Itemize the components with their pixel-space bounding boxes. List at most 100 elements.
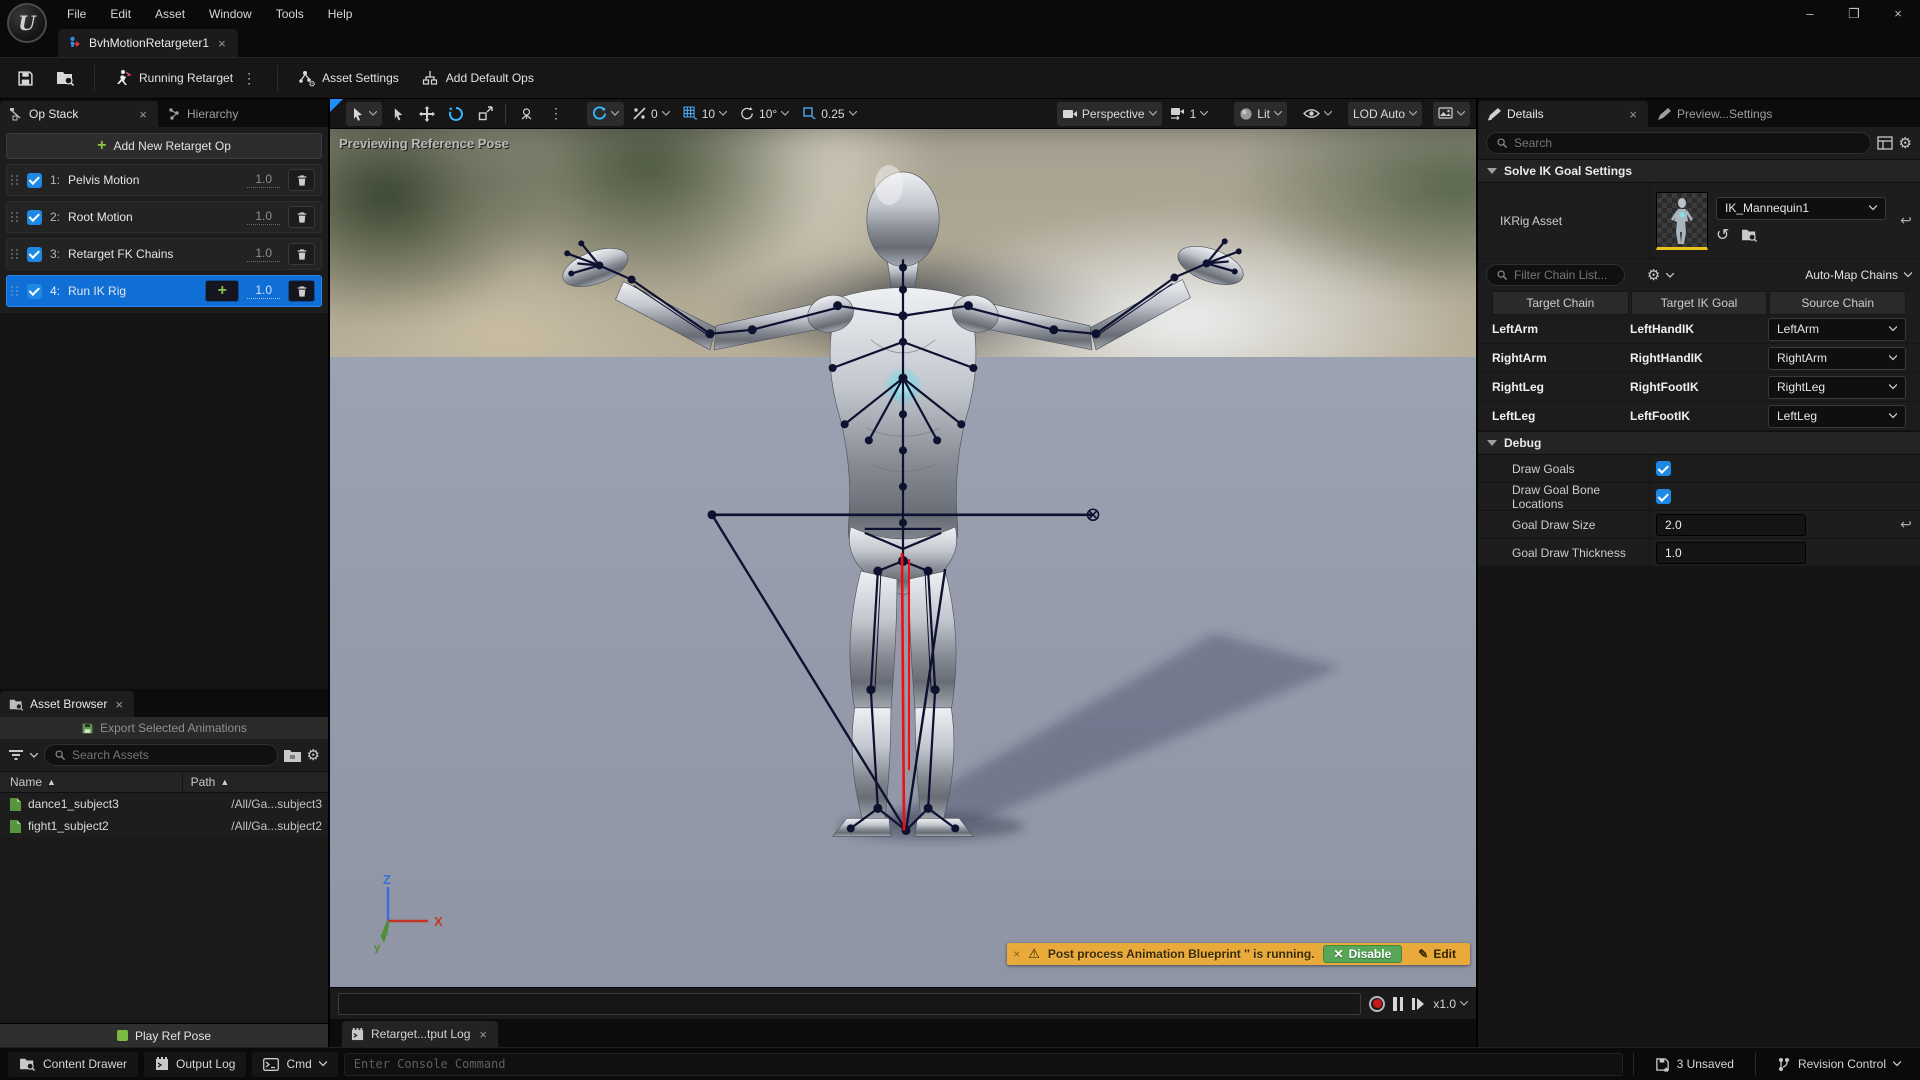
op-enabled-checkbox[interactable] (27, 247, 42, 262)
column-header-name[interactable]: Name ▲ (0, 772, 183, 792)
column-header-path[interactable]: Path ▲ (183, 772, 328, 792)
asset-search-input[interactable] (72, 748, 268, 762)
add-default-ops-button[interactable]: Add Default Ops (412, 63, 543, 93)
screenshot-dropdown[interactable] (1433, 102, 1470, 126)
tab-retarget-output-log[interactable]: Retarget...tput Log × (342, 1021, 498, 1047)
section-solve-ik-goal-settings[interactable]: Solve IK Goal Settings (1478, 159, 1920, 183)
revision-control-button[interactable]: Revision Control (1766, 1052, 1912, 1077)
source-chain-dropdown[interactable]: RightLeg (1768, 376, 1906, 399)
goal-draw-size-input[interactable] (1656, 514, 1806, 536)
asset-search-box[interactable] (44, 744, 278, 766)
grid-snap-toggle[interactable]: 10 (678, 102, 732, 126)
console-command-input[interactable] (354, 1057, 1613, 1071)
asset-settings-button[interactable]: ⚙ Asset Settings (288, 63, 408, 93)
browse-to-asset-button[interactable] (47, 63, 84, 93)
minimize-button[interactable]: – (1788, 0, 1832, 27)
select-tool-button[interactable] (385, 102, 411, 126)
menu-help[interactable]: Help (317, 3, 364, 25)
chain-settings-gear-icon[interactable]: ⚙ (1647, 266, 1660, 284)
notification-close-icon[interactable]: × (1013, 947, 1020, 961)
op-weight-field[interactable]: 1.0 (247, 246, 280, 262)
rotate-tool-button[interactable] (443, 102, 469, 126)
tab-op-stack[interactable]: Op Stack × (0, 101, 158, 127)
ikrig-asset-dropdown[interactable]: IK_Mannequin1 (1716, 197, 1886, 220)
record-button[interactable] (1369, 996, 1385, 1012)
details-settings-gear-icon[interactable]: ⚙ (1899, 134, 1912, 152)
actor-snap-toggle[interactable]: 0 (627, 102, 675, 126)
asset-row-fight1[interactable]: fight1_subject2 /All/Ga...subject2 (0, 815, 328, 837)
asset-tab[interactable]: BvhMotionRetargeter1 × (58, 29, 238, 57)
tab-preview-settings[interactable]: Preview...Settings (1648, 101, 1781, 127)
chain-row-leftarm[interactable]: LeftArm LeftHandIK LeftArm (1478, 315, 1920, 344)
playback-speed-dropdown[interactable]: x1.0 (1433, 997, 1468, 1011)
drag-handle-icon[interactable] (11, 175, 19, 185)
browse-to-ikrig-icon[interactable] (1741, 228, 1758, 242)
use-selected-asset-icon[interactable]: ↺ (1716, 225, 1729, 245)
op-enabled-checkbox[interactable] (27, 284, 42, 299)
op-weight-field[interactable]: 1.0 (247, 172, 280, 188)
move-tool-button[interactable] (414, 102, 440, 126)
perspective-dropdown[interactable]: Perspective (1057, 102, 1162, 126)
details-search-input[interactable] (1514, 136, 1861, 150)
draw-goal-bone-locations-checkbox[interactable] (1656, 489, 1671, 504)
details-tab-close-icon[interactable]: × (1627, 107, 1639, 122)
filter-icon[interactable] (8, 749, 24, 761)
asset-row-dance1[interactable]: dance1_subject3 /All/Ga...subject3 (0, 793, 328, 815)
save-button[interactable] (8, 63, 43, 93)
details-search-box[interactable] (1486, 132, 1871, 154)
op-row-root-motion[interactable]: 2: Root Motion 1.0 (6, 201, 322, 233)
lit-mode-dropdown[interactable]: Lit (1234, 102, 1287, 126)
menu-file[interactable]: File (56, 3, 97, 25)
menu-edit[interactable]: Edit (99, 3, 142, 25)
content-drawer-button[interactable]: Content Drawer (8, 1052, 138, 1077)
column-target-chain[interactable]: Target Chain (1492, 291, 1629, 315)
lod-dropdown[interactable]: LOD Auto (1348, 102, 1422, 126)
disable-button[interactable]: ✕ Disable (1323, 945, 1403, 963)
op-row-run-ik-rig[interactable]: 4: Run IK Rig + 1.0 (6, 275, 322, 307)
auto-map-chains-dropdown[interactable]: Auto-Map Chains (1805, 268, 1912, 282)
viewport-3d[interactable]: Previewing Reference Pose Z X y × ⚠ Post… (330, 129, 1476, 987)
scale-tool-button[interactable] (472, 102, 498, 126)
reset-to-default-icon[interactable]: ↩ (1892, 511, 1920, 538)
op-row-pelvis-motion[interactable]: 1: Pelvis Motion 1.0 (6, 164, 322, 196)
goal-draw-thickness-input[interactable] (1656, 542, 1806, 564)
log-tab-close-icon[interactable]: × (477, 1027, 489, 1042)
section-debug[interactable]: Debug (1478, 431, 1920, 455)
show-flags-dropdown[interactable] (1298, 102, 1337, 126)
delete-op-button[interactable] (288, 169, 315, 191)
asset-browser-tab-close-icon[interactable]: × (113, 697, 125, 712)
timeline-scrubber[interactable] (338, 993, 1361, 1015)
console-command-box[interactable] (344, 1053, 1623, 1076)
step-forward-button[interactable] (1411, 997, 1425, 1011)
folder-icon[interactable] (284, 749, 301, 762)
op-weight-field[interactable]: 1.0 (247, 283, 280, 299)
op-row-retarget-fk-chains[interactable]: 3: Retarget FK Chains 1.0 (6, 238, 322, 270)
cmd-dropdown[interactable]: Cmd (252, 1052, 337, 1077)
drag-handle-icon[interactable] (11, 286, 19, 296)
unsaved-assets-button[interactable]: 3 Unsaved (1644, 1052, 1745, 1077)
add-new-retarget-op-button[interactable]: + Add New Retarget Op (6, 133, 322, 159)
scale-snap-toggle[interactable]: 0.25 (797, 102, 861, 126)
chain-row-rightarm[interactable]: RightArm RightHandIK RightArm (1478, 344, 1920, 373)
add-goal-button[interactable]: + (205, 280, 239, 302)
pause-button[interactable] (1393, 997, 1403, 1011)
edit-button[interactable]: ✎ Edit (1410, 947, 1464, 961)
op-weight-field[interactable]: 1.0 (247, 209, 280, 225)
surface-snap-dropdown[interactable] (587, 102, 624, 126)
op-enabled-checkbox[interactable] (27, 173, 42, 188)
output-log-button[interactable]: Output Log (144, 1052, 246, 1077)
drag-handle-icon[interactable] (11, 249, 19, 259)
chain-row-leftleg[interactable]: LeftLeg LeftFootIK LeftLeg (1478, 402, 1920, 431)
column-source-chain[interactable]: Source Chain (1769, 291, 1906, 315)
gear-icon[interactable]: ⚙ (307, 746, 320, 764)
rotation-snap-toggle[interactable]: 10° (735, 102, 794, 126)
source-chain-dropdown[interactable]: LeftArm (1768, 318, 1906, 341)
delete-op-button[interactable] (288, 280, 315, 302)
chain-filter-input[interactable] (1514, 268, 1615, 282)
running-retarget-options-icon[interactable]: ⋮ (240, 70, 258, 87)
display-filter-icon[interactable] (1877, 136, 1893, 150)
chain-row-rightleg[interactable]: RightLeg RightFootIK RightLeg (1478, 373, 1920, 402)
asset-tab-close-icon[interactable]: × (216, 36, 228, 51)
viewport-options-icon[interactable]: ⋮ (542, 102, 570, 126)
chain-filter-box[interactable] (1486, 264, 1625, 286)
